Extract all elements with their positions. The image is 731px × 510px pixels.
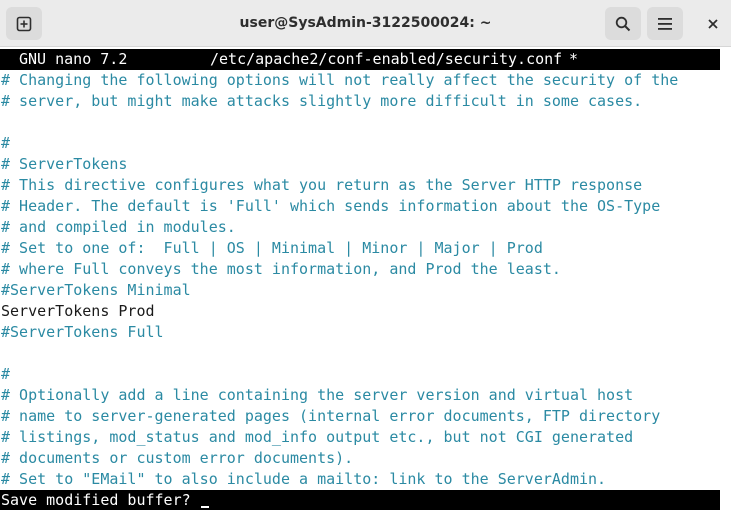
editor-line: # Set to one of: Full | OS | Minimal | M… bbox=[1, 239, 543, 257]
save-prompt-text: Save modified buffer? bbox=[1, 491, 191, 509]
editor-line: # Header. The default is 'Full' which se… bbox=[1, 197, 661, 215]
nano-modified-marker: * bbox=[569, 50, 579, 68]
close-window-button[interactable] bbox=[696, 7, 730, 40]
nano-prompt-bar[interactable]: Save modified buffer? bbox=[0, 490, 720, 510]
new-tab-button[interactable] bbox=[6, 7, 42, 40]
editor-line: ServerTokens Prod bbox=[1, 302, 155, 320]
editor-line: # server, but might make attacks slightl… bbox=[1, 92, 643, 110]
editor-line: # documents or custom error documents). bbox=[1, 449, 354, 467]
editor-line: # name to server-generated pages (intern… bbox=[1, 407, 661, 425]
editor-line: # Changing the following options will no… bbox=[1, 71, 679, 89]
plus-square-icon bbox=[16, 16, 32, 32]
editor-line: # Set to "EMail" to also include a mailt… bbox=[1, 470, 607, 488]
editor-line: # bbox=[1, 365, 11, 383]
close-icon bbox=[707, 18, 719, 30]
editor-line: #ServerTokens Full bbox=[1, 323, 164, 341]
window-title: user@SysAdmin-3122500024: ~ bbox=[239, 15, 492, 31]
nano-filename: /etc/apache2/conf-enabled/security.conf bbox=[210, 50, 563, 68]
editor-line: # and compiled in modules. bbox=[1, 218, 236, 236]
hamburger-menu-icon bbox=[657, 17, 673, 31]
terminal-view[interactable]: GNU nano 7.2 /etc/apache2/conf-enabled/s… bbox=[0, 47, 731, 510]
search-button[interactable] bbox=[605, 7, 641, 40]
editor-line: # ServerTokens bbox=[1, 155, 128, 173]
editor-line: #ServerTokens Minimal bbox=[1, 281, 191, 299]
editor-line: # listings, mod_status and mod_info outp… bbox=[1, 428, 634, 446]
editor-line: # This directive configures what you ret… bbox=[1, 176, 643, 194]
window-titlebar: user@SysAdmin-3122500024: ~ bbox=[0, 0, 731, 47]
nano-version: GNU nano 7.2 bbox=[19, 50, 128, 68]
editor-line: # where Full conveys the most informatio… bbox=[1, 260, 561, 278]
editor-line: # bbox=[1, 134, 11, 152]
nano-title-bar: GNU nano 7.2 /etc/apache2/conf-enabled/s… bbox=[0, 49, 720, 70]
editor-line: # Optionally add a line containing the s… bbox=[1, 386, 634, 404]
terminal-right-margin bbox=[720, 47, 731, 510]
search-icon bbox=[615, 16, 631, 32]
menu-button[interactable] bbox=[647, 7, 683, 40]
text-cursor bbox=[200, 506, 209, 508]
